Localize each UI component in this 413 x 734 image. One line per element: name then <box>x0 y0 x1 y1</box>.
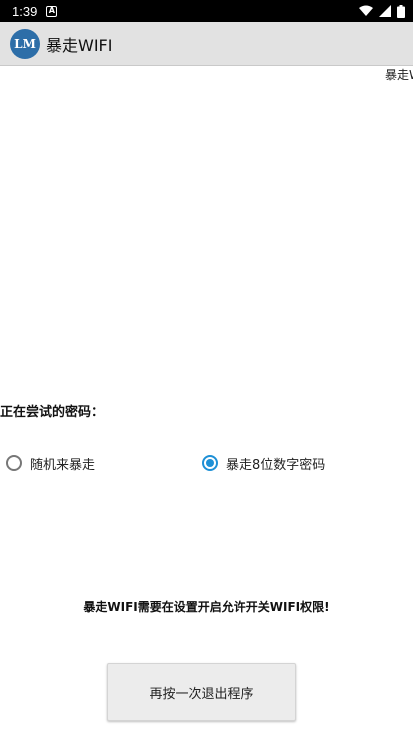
wifi-icon <box>359 5 373 16</box>
app-bar: LM 暴走WIFI <box>0 22 413 66</box>
trying-password-label: 正在尝试的密码： <box>0 405 105 420</box>
app-screen: 1:39 A LM 暴走WIFI 暴走W 正在尝试的密码： 随机来暴走 暴走8位… <box>0 0 413 734</box>
battery-icon <box>397 4 405 18</box>
radio-button-random[interactable] <box>6 455 22 471</box>
status-icons <box>359 4 405 18</box>
radio-option-8-digit[interactable]: 暴走8位数字密码 <box>202 452 325 474</box>
radio-button-8-digit[interactable] <box>202 455 218 471</box>
exit-button[interactable]: 再按一次退出程序 <box>107 663 296 721</box>
permission-notice: 暴走WIFI需要在设置开启允许开关WIFI权限! <box>83 600 330 614</box>
app-logo: LM <box>10 28 40 59</box>
signal-icon <box>379 5 391 17</box>
radio-label-8-digit: 暴走8位数字密码 <box>226 457 326 473</box>
status-time: 1:39 <box>12 3 38 19</box>
radio-label-random: 随机来暴走 <box>30 457 96 473</box>
radio-option-random[interactable]: 随机来暴走 <box>6 452 95 474</box>
status-bar: 1:39 A <box>0 0 413 22</box>
app-title: 暴走WIFI <box>46 35 113 55</box>
notification-a-icon: A <box>46 5 58 17</box>
marquee-text: 暴走W <box>385 68 413 82</box>
